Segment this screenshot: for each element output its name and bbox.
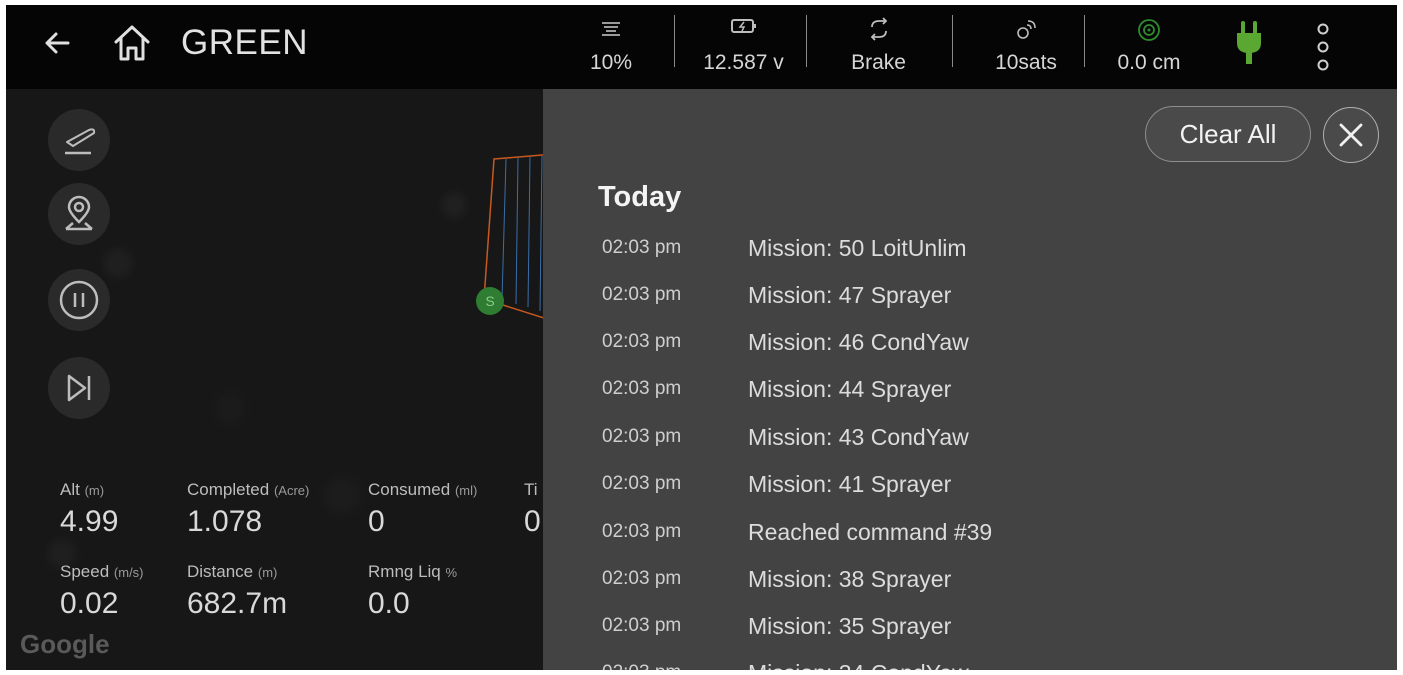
list-item: 02:03 pm Mission: 35 Sprayer [543, 613, 1397, 659]
divider [674, 15, 675, 67]
notification-message: Mission: 35 Sprayer [748, 613, 952, 639]
home-icon[interactable] [110, 21, 154, 65]
alt-value: 4.99 [60, 505, 119, 538]
app-frame: GREEN 10% 12.587 v Brake 10sats 0.0 cm S… [6, 5, 1397, 670]
location-pin-icon [65, 195, 93, 231]
notification-time: 02:03 pm [602, 331, 682, 352]
map-view[interactable]: S Alt (m) 4.99 Completed (Acre) 1.078 Co… [6, 89, 566, 670]
plug-icon [1237, 21, 1261, 64]
notification-message: Reached command #39 [748, 519, 993, 545]
alt-label: Alt (m) [60, 480, 105, 499]
notification-message: Mission: 43 CondYaw [748, 424, 969, 450]
skip-next-button[interactable] [48, 357, 110, 419]
list-item: 02:03 pm Mission: 41 Sprayer [543, 471, 1397, 517]
close-panel-button[interactable] [1323, 107, 1379, 163]
clear-all-button[interactable]: Clear All [1145, 106, 1311, 162]
notification-time: 02:03 pm [602, 237, 682, 258]
gps-stat: 10sats [976, 13, 1076, 81]
list-item: 02:03 pm Mission: 43 CondYaw [543, 424, 1397, 470]
section-heading-today: Today [598, 181, 682, 213]
divider [952, 15, 953, 67]
notification-time: 02:03 pm [602, 284, 682, 305]
notification-time: 02:03 pm [602, 426, 682, 447]
skip-next-icon [67, 374, 91, 402]
notification-time: 02:03 pm [602, 521, 682, 542]
time-value: 0 [524, 505, 541, 538]
back-arrow-icon[interactable] [38, 23, 78, 63]
drone-signal-icon [602, 22, 620, 36]
list-item: 02:03 pm Mission: 34 CondYaw [543, 660, 1397, 670]
rtk-stat: 0.0 cm [1104, 13, 1194, 81]
notification-time: 02:03 pm [602, 378, 682, 399]
flight-mode-value: Brake [851, 51, 906, 74]
top-bar: GREEN 10% 12.587 v Brake 10sats 0.0 cm [6, 5, 1397, 89]
consumed-label: Consumed (ml) [368, 480, 478, 499]
speed-label: Speed (m/s) [60, 562, 144, 581]
divider [1084, 15, 1085, 67]
distance-value: 682.7m [187, 587, 288, 620]
completed-label: Completed (Acre) [187, 480, 310, 499]
time-label: Ti [524, 480, 538, 499]
completed-value: 1.078 [187, 505, 263, 538]
close-icon [1339, 123, 1363, 147]
start-marker[interactable]: S [476, 287, 504, 315]
notification-time: 02:03 pm [602, 615, 682, 636]
drone-signal-value: 10% [589, 51, 633, 74]
vehicle-name: GREEN [181, 23, 308, 62]
list-item: 02:03 pm Reached command #39 [543, 519, 1397, 565]
speed-value: 0.02 [60, 587, 119, 620]
notifications-panel: Clear All Today 02:03 pm Mission: 50 Loi… [543, 89, 1397, 670]
notification-message: Mission: 34 CondYaw [748, 660, 969, 670]
consumed-value: 0 [368, 505, 385, 538]
battery-stat: 12.587 v [686, 13, 801, 81]
notification-message: Mission: 38 Sprayer [748, 566, 952, 592]
rtk-accuracy-value: 0.0 cm [1117, 51, 1181, 74]
list-item: 02:03 pm Mission: 46 CondYaw [543, 329, 1397, 375]
notification-time: 02:03 pm [602, 662, 681, 670]
mode-sync-icon [870, 17, 887, 41]
notification-time: 02:03 pm [602, 568, 682, 589]
radar-icon [1138, 19, 1160, 41]
notification-time: 02:03 pm [602, 473, 682, 494]
notification-message: Mission: 41 Sprayer [748, 471, 952, 497]
notification-message: Mission: 44 Sprayer [748, 376, 952, 402]
notification-message: Mission: 50 LoitUnlim [748, 235, 967, 261]
list-item: 02:03 pm Mission: 44 Sprayer [543, 376, 1397, 422]
google-watermark: Google [20, 629, 110, 659]
notification-message: Mission: 47 Sprayer [748, 282, 952, 308]
divider [806, 15, 807, 67]
distance-label: Distance (m) [187, 562, 278, 581]
battery-voltage: 12.587 v [703, 51, 784, 74]
list-item: 02:03 pm Mission: 50 LoitUnlim [543, 235, 1397, 281]
list-item: 02:03 pm Mission: 47 Sprayer [543, 282, 1397, 328]
pause-icon [59, 280, 99, 320]
battery-icon [730, 19, 756, 33]
takeoff-button[interactable] [48, 109, 110, 171]
takeoff-icon [65, 128, 96, 155]
waypoint-button[interactable] [48, 183, 110, 245]
more-menu-icon[interactable] [1314, 21, 1332, 73]
gps-sats-value: 10sats [995, 51, 1057, 74]
flight-mode-stat: Brake [831, 13, 926, 81]
remaining-liquid-value: 0.0 [368, 587, 410, 620]
pause-button[interactable] [48, 269, 110, 331]
notification-message: Mission: 46 CondYaw [748, 329, 969, 355]
remaining-liquid-label: Rmng Liq % [368, 562, 458, 581]
drone-signal-stat: 10% [576, 13, 646, 81]
list-item: 02:03 pm Mission: 38 Sprayer [543, 566, 1397, 612]
satellite-icon [1017, 20, 1036, 39]
